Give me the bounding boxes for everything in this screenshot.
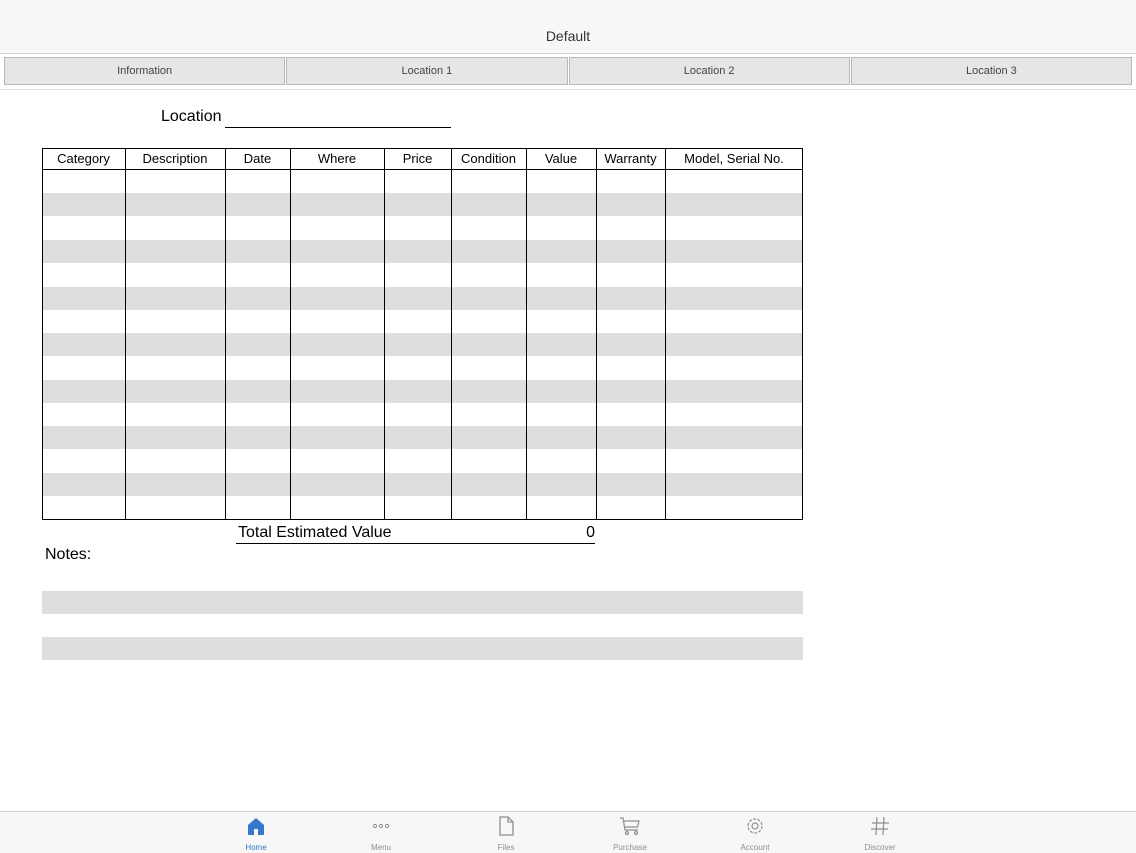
tabbar-item-label: Home: [245, 843, 267, 852]
table-border: [42, 148, 803, 520]
column-header: Model, Serial No.: [684, 151, 784, 166]
tabbar-item-account[interactable]: Account: [715, 815, 795, 852]
tabbar-item-discover[interactable]: Discover: [840, 815, 920, 852]
tabbar-item-label: Purchase: [613, 843, 647, 852]
header-rule: [42, 169, 803, 170]
column-header: Where: [317, 151, 357, 166]
tabbar-item-home[interactable]: Home: [216, 815, 296, 852]
home-icon: [245, 815, 267, 837]
file-icon: [495, 815, 517, 837]
column-rule: [290, 148, 291, 520]
column-rule: [384, 148, 385, 520]
tabbar-item-label: Menu: [370, 843, 391, 852]
total-estimated-value: 0: [586, 524, 595, 541]
tabbar-item-label: Files: [497, 843, 515, 852]
column-header: Category: [57, 151, 110, 166]
inventory-table: Category Description Date Where Price Conditi…: [42, 148, 803, 520]
total-estimated-label: Total Estimated Value: [238, 524, 392, 541]
tab-location-1[interactable]: Location 1: [286, 57, 568, 85]
tab-location-2[interactable]: Location 2: [568, 57, 850, 85]
column-header: Warranty: [604, 151, 657, 166]
notes-line[interactable]: [42, 591, 803, 614]
column-rule: [125, 148, 126, 520]
cart-icon: [619, 815, 641, 837]
column-rule: [526, 148, 527, 520]
column-header: Price: [402, 151, 433, 166]
column-rule: [225, 148, 226, 520]
notes-line[interactable]: [42, 637, 803, 660]
column-header: Condition: [461, 151, 516, 166]
tab-location-3[interactable]: Location 3: [850, 57, 1132, 85]
column-header: Description: [142, 151, 208, 166]
tabbar-item-label: Discover: [864, 843, 896, 852]
location-field[interactable]: [225, 127, 451, 128]
tabbar-item-purchase[interactable]: Purchase: [590, 815, 670, 852]
total-underline: [236, 543, 595, 544]
header-divider: [0, 89, 1136, 90]
column-rule: [596, 148, 597, 520]
column-rule: [665, 148, 666, 520]
navigation-bar: Default: [0, 0, 1136, 54]
gear-icon: [744, 815, 766, 837]
bottom-tab-bar: Home Menu Files Purchase Account Discover: [0, 811, 1136, 853]
notes-label: Notes:: [45, 546, 92, 563]
tabbar-item-label: Account: [740, 843, 770, 852]
column-header: Date: [243, 151, 272, 166]
tabbar-item-menu[interactable]: Menu: [341, 815, 421, 852]
column-header: Value: [544, 151, 578, 166]
column-rule: [451, 148, 452, 520]
location-label: Location: [161, 108, 222, 125]
more-icon: [370, 815, 392, 837]
tab-information[interactable]: Information: [4, 57, 286, 85]
hashtag-icon: [869, 815, 891, 837]
section-tabs: Information Location 1 Location 2 Locati…: [4, 57, 1132, 85]
tabbar-item-files[interactable]: Files: [466, 815, 546, 852]
page-title: Default: [545, 27, 591, 44]
